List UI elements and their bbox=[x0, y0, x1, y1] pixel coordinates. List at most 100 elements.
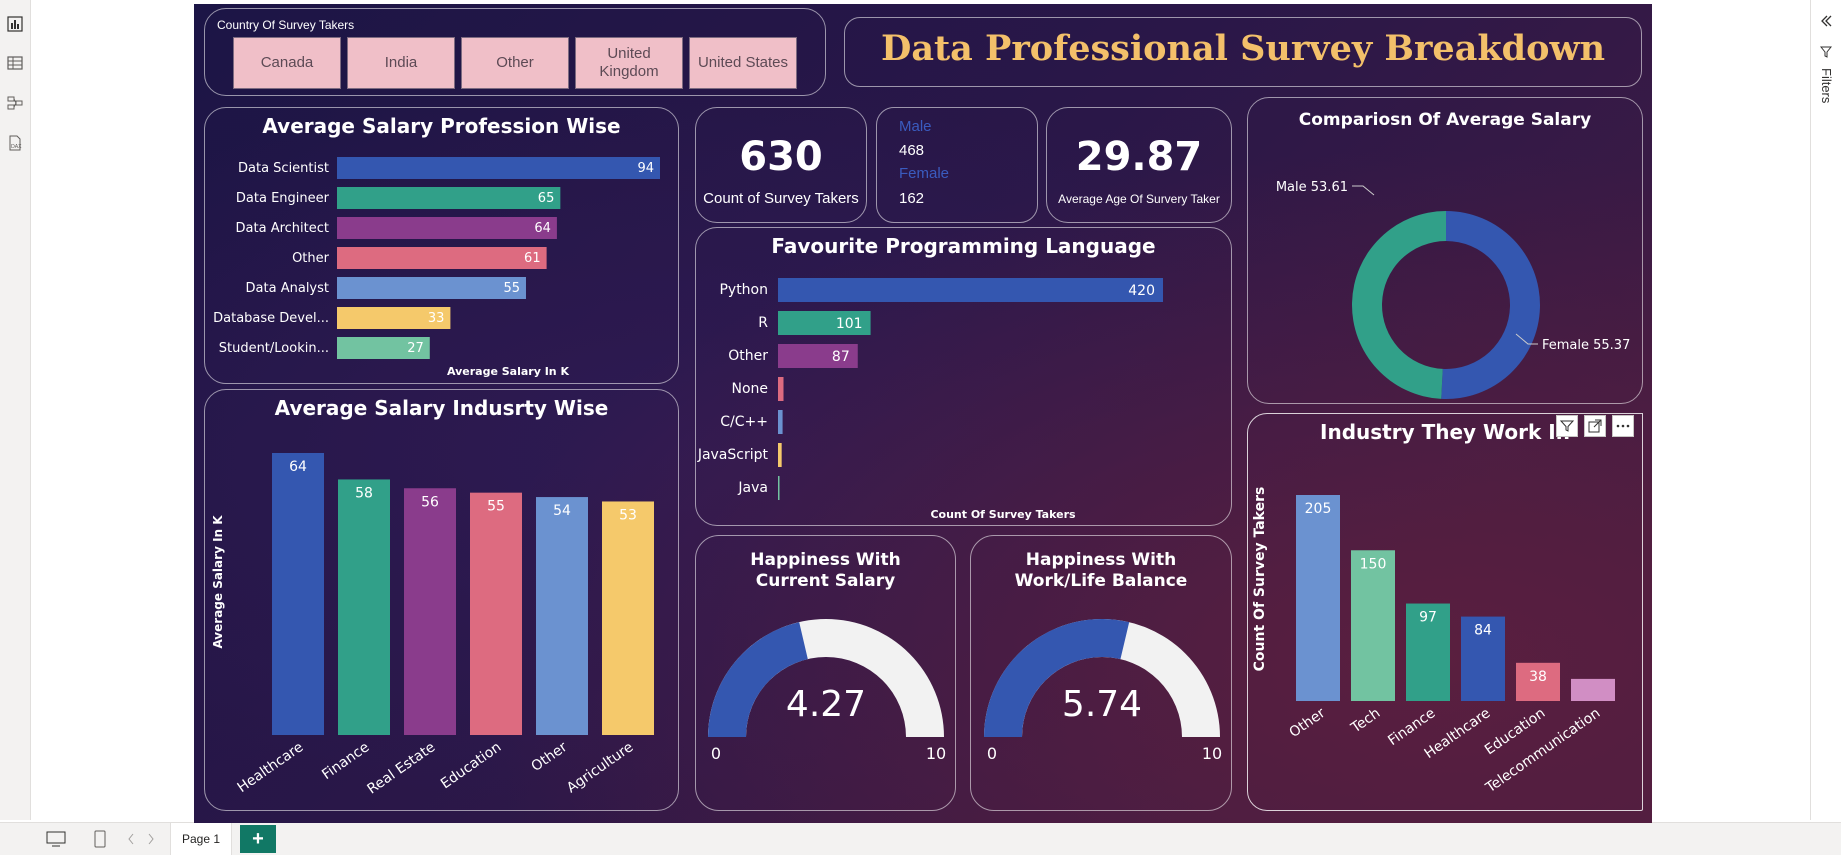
happiness-salary-max: 10 bbox=[926, 744, 946, 763]
slicer-title: Country Of Survey Takers bbox=[217, 18, 355, 32]
header-panel: Data Professional Survey Breakdown bbox=[844, 17, 1642, 87]
industry-salary-value-education: 55 bbox=[487, 499, 505, 515]
add-page-button[interactable]: + bbox=[240, 825, 276, 853]
happiness-salary-gauge[interactable]: 4.27 0 10 bbox=[696, 536, 957, 812]
donut-slice-female bbox=[1441, 211, 1540, 399]
filters-label: Filters bbox=[1819, 68, 1834, 104]
salary-industry-chart[interactable]: Average Salary In K 64 Healthcare 58 Financ… bbox=[205, 390, 680, 812]
slicer-option-india[interactable]: India bbox=[347, 37, 455, 89]
tab-page-1[interactable]: Page 1 bbox=[170, 823, 232, 855]
salary-profession-chart[interactable]: Average Salary In K Data Scientist 94 Data… bbox=[205, 108, 680, 385]
profession-label-data-analyst: Data Analyst bbox=[246, 281, 329, 296]
table-view-icon[interactable] bbox=[7, 55, 23, 71]
industry-salary-value-other: 54 bbox=[553, 503, 571, 519]
profession-label-database-devel: Database Devel... bbox=[213, 311, 329, 326]
happiness-balance-value: 5.74 bbox=[1062, 684, 1142, 725]
language-value-r: 101 bbox=[836, 316, 863, 332]
page-navigation-bar: Page 1 + bbox=[0, 822, 1841, 855]
profession-value-database-devel: 33 bbox=[428, 311, 445, 326]
industry-salary-tick-real-estate: Real Estate bbox=[364, 739, 438, 797]
model-view-icon[interactable] bbox=[7, 95, 23, 111]
industry-salary-bar-education bbox=[470, 492, 522, 735]
donut-label-female: Female 55.37 bbox=[1542, 338, 1630, 353]
language-chart[interactable]: Count Of Survey Takers Python 420 R 101 Othe… bbox=[696, 228, 1233, 527]
industry-salary-tick-other: Other bbox=[529, 739, 571, 775]
salary-profession-x-axis-label: Average Salary In K bbox=[447, 365, 569, 378]
profession-bar-data-engineer bbox=[337, 187, 561, 209]
kpi-age-label: Average Age Of Survery Taker bbox=[1058, 192, 1220, 206]
industry-salary-bar-other bbox=[536, 497, 588, 735]
svg-text:DAX: DAX bbox=[11, 144, 22, 150]
slicer-option-other[interactable]: Other bbox=[461, 37, 569, 89]
language-label-r: R bbox=[758, 315, 768, 331]
salary-profession-panel: Average Salary Profession Wise Average S… bbox=[204, 107, 679, 384]
profession-label-other: Other bbox=[292, 251, 330, 266]
industry-salary-tick-education: Education bbox=[438, 739, 504, 792]
profession-bar-data-scientist bbox=[337, 157, 660, 179]
industry-y-axis-label: Count Of Survey Takers bbox=[1252, 487, 1268, 672]
kpi-female-value: 162 bbox=[899, 190, 925, 207]
language-bar-c-c bbox=[778, 410, 783, 434]
happiness-salary-panel: Happiness With Current Salary 4.27 0 10 bbox=[695, 535, 956, 811]
previous-page-icon[interactable] bbox=[127, 833, 135, 845]
language-label-c-c: C/C++ bbox=[720, 414, 768, 430]
language-label-python: Python bbox=[719, 282, 768, 298]
kpi-count-label: Count of Survey Takers bbox=[703, 190, 859, 207]
industry-count-bar-other bbox=[1296, 495, 1340, 701]
language-label-none: None bbox=[731, 381, 768, 397]
filters-pane[interactable]: Filters bbox=[1810, 0, 1841, 820]
happiness-balance-gauge[interactable]: 5.74 0 10 bbox=[971, 536, 1233, 812]
mobile-layout-icon[interactable] bbox=[94, 830, 106, 848]
language-bar-none bbox=[778, 377, 784, 401]
profession-value-data-scientist: 94 bbox=[637, 161, 654, 176]
industry-count-value-education: 38 bbox=[1529, 669, 1547, 685]
report-view-icon[interactable] bbox=[7, 16, 23, 32]
left-view-rail: DAX bbox=[0, 0, 31, 820]
happiness-salary-min: 0 bbox=[711, 744, 721, 763]
industry-salary-value-healthcare: 64 bbox=[289, 459, 307, 475]
kpi-count-value: 630 bbox=[739, 134, 823, 180]
industry-salary-bar-agriculture bbox=[602, 501, 654, 735]
profession-value-data-architect: 64 bbox=[534, 221, 551, 236]
industry-salary-value-agriculture: 53 bbox=[619, 507, 637, 523]
slicer-option-canada[interactable]: Canada bbox=[233, 37, 341, 89]
kpi-count-card: 630 Count of Survey Takers bbox=[695, 107, 867, 223]
industry-salary-value-finance: 58 bbox=[355, 485, 373, 501]
profession-value-other: 61 bbox=[524, 251, 541, 266]
industry-chart[interactable]: Count Of Survey Takers 205 Other 150 Tech 97… bbox=[1248, 414, 1644, 812]
industry-count-bar-tech bbox=[1351, 550, 1395, 701]
happiness-salary-value: 4.27 bbox=[786, 684, 866, 725]
industry-count-tick-tech: Tech bbox=[1348, 705, 1384, 737]
donut-slice-male bbox=[1352, 211, 1446, 399]
language-label-javascript: JavaScript bbox=[697, 447, 769, 463]
industry-count-value-finance: 97 bbox=[1419, 610, 1437, 626]
profession-bar-data-architect bbox=[337, 217, 557, 239]
language-value-python: 420 bbox=[1128, 283, 1155, 299]
industry-count-tick-other: Other bbox=[1287, 705, 1329, 741]
industry-salary-bar-finance bbox=[338, 479, 390, 735]
donut-leader-male bbox=[1352, 185, 1375, 196]
industry-count-bar-telecommunication bbox=[1571, 678, 1615, 701]
industry-salary-bar-healthcare bbox=[272, 453, 324, 735]
kpi-female-label: Female bbox=[899, 165, 950, 182]
industry-panel: Industry They Work In Count Of Survey Ta… bbox=[1247, 413, 1643, 811]
language-label-other: Other bbox=[728, 348, 768, 364]
next-page-icon[interactable] bbox=[147, 833, 155, 845]
slicer-option-united-kingdom[interactable]: United Kingdom bbox=[575, 37, 683, 89]
salary-gender-donut-chart[interactable]: Male 53.61 Female 55.37 bbox=[1248, 98, 1644, 405]
kpi-gender-card: Male 468 Female 162 bbox=[876, 107, 1038, 223]
profession-value-data-analyst: 55 bbox=[503, 281, 520, 296]
industry-count-value-healthcare: 84 bbox=[1474, 623, 1492, 639]
expand-chevron-icon[interactable] bbox=[1819, 14, 1833, 28]
kpi-age-value: 29.87 bbox=[1075, 134, 1203, 180]
donut-label-male: Male 53.61 bbox=[1276, 180, 1348, 195]
salary-industry-y-axis-label: Average Salary In K bbox=[211, 515, 225, 649]
profession-label-data-engineer: Data Engineer bbox=[236, 191, 330, 206]
profession-label-data-scientist: Data Scientist bbox=[238, 161, 329, 176]
language-bar-javascript bbox=[778, 443, 782, 467]
profession-bar-data-analyst bbox=[337, 277, 526, 299]
desktop-layout-icon[interactable] bbox=[46, 831, 66, 847]
language-bar-python bbox=[778, 278, 1163, 302]
dax-query-view-icon[interactable]: DAX bbox=[7, 135, 23, 151]
slicer-option-united-states[interactable]: United States bbox=[689, 37, 797, 89]
